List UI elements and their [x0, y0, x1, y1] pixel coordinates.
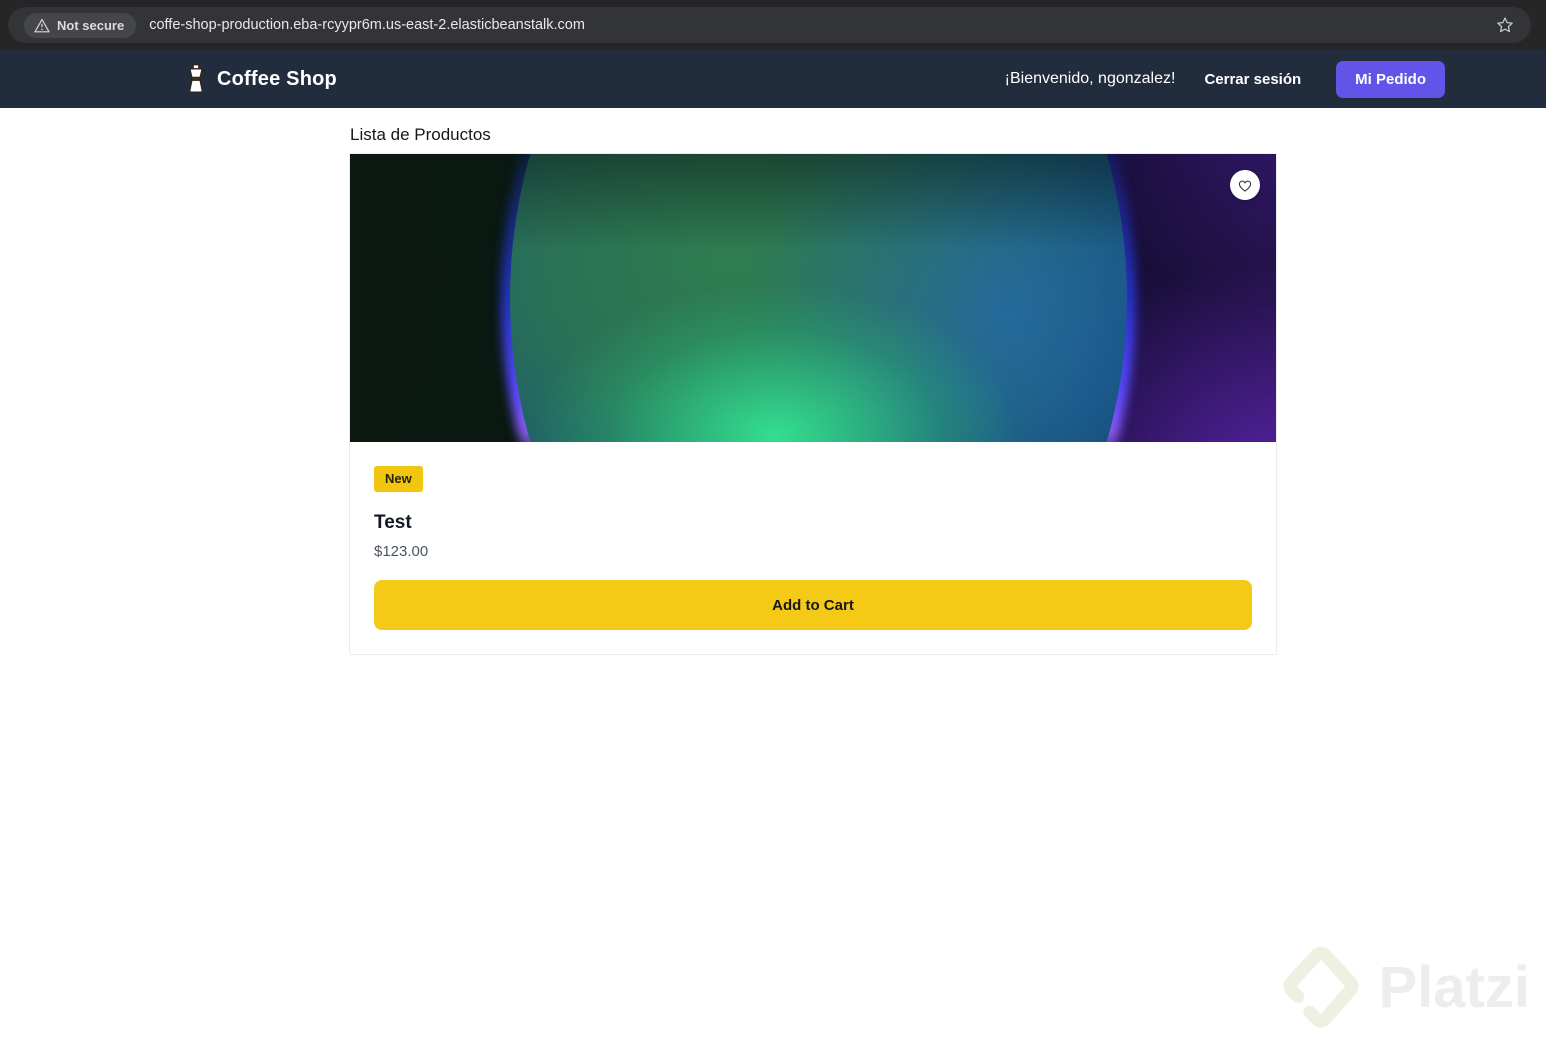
security-chip-label: Not secure: [57, 17, 125, 33]
new-badge: New: [374, 466, 423, 492]
url-text[interactable]: coffe-shop-production.eba-rcyypr6m.us-ea…: [149, 17, 585, 33]
star-outline-icon: [1495, 15, 1515, 35]
platzi-watermark: Platzi: [1282, 944, 1531, 1032]
platzi-diamond-icon: [1282, 944, 1360, 1032]
heart-outline-icon: [1237, 178, 1253, 193]
brand[interactable]: Coffee Shop: [184, 63, 337, 96]
bookmark-button[interactable]: [1495, 15, 1515, 35]
product-title: Test: [374, 512, 412, 533]
product-card-body: New Test $123.00 Add to Cart: [350, 442, 1276, 654]
app-navbar: Coffee Shop ¡Bienvenido, ngonzalez! Cerr…: [0, 50, 1546, 108]
navbar-right: ¡Bienvenido, ngonzalez! Cerrar sesión Mi…: [1004, 60, 1445, 98]
product-price: $123.00: [374, 543, 429, 560]
warning-triangle-icon: [34, 18, 50, 33]
moka-pot-icon: [184, 63, 208, 96]
orb-graphic: [510, 154, 1127, 442]
browser-chrome-bar: Not secure coffe-shop-production.eba-rcy…: [0, 0, 1546, 50]
watermark-brand-text: Platzi: [1378, 955, 1531, 1020]
security-chip[interactable]: Not secure: [24, 12, 137, 38]
welcome-text: ¡Bienvenido, ngonzalez!: [1004, 70, 1176, 87]
my-order-button[interactable]: Mi Pedido: [1336, 60, 1445, 98]
logout-button[interactable]: Cerrar sesión: [1198, 70, 1307, 89]
add-to-cart-button[interactable]: Add to Cart: [374, 580, 1252, 630]
address-bar[interactable]: Not secure coffe-shop-production.eba-rcy…: [8, 7, 1531, 43]
favorite-button[interactable]: [1230, 170, 1260, 200]
brand-label: Coffee Shop: [217, 67, 337, 90]
page-title: Lista de Productos: [350, 125, 491, 144]
product-card: New Test $123.00 Add to Cart: [349, 153, 1277, 655]
products-section: Lista de Productos New Test $123.00 Add …: [349, 125, 1277, 655]
product-image: [350, 154, 1276, 442]
